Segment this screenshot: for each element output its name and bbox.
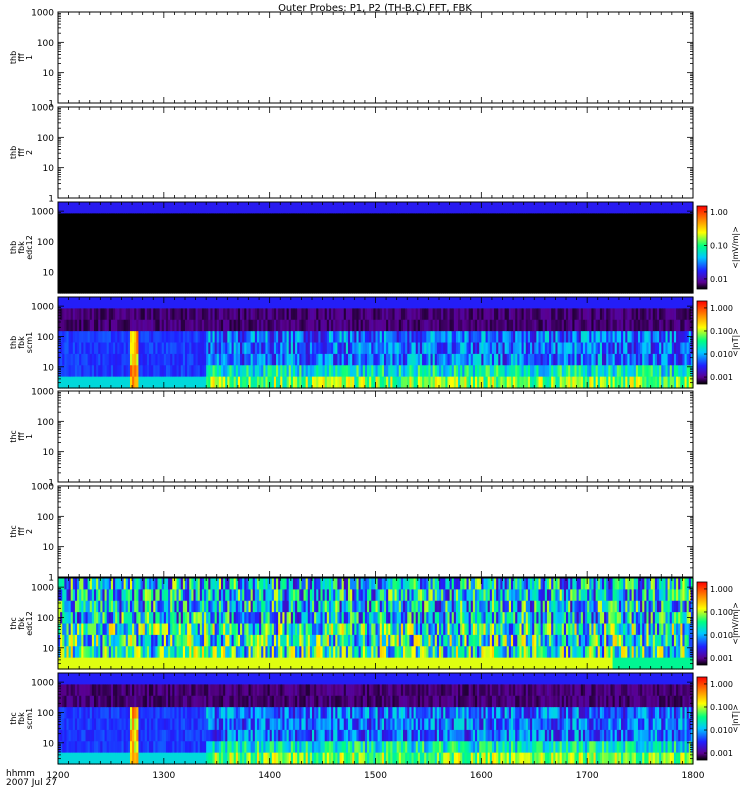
y-tick-label: 100 (37, 333, 54, 343)
x-tick-label: 1700 (576, 771, 599, 781)
heatmap-thb-fbk-edc12 (58, 202, 694, 294)
panel-label-thc-fff1: thcfff1 (9, 430, 34, 443)
date-label: 2007 Jul 27 (6, 778, 57, 788)
y-tick-label: 1000 (31, 104, 54, 114)
y-tick-label: 10 (43, 543, 55, 553)
colorbar-tick-label: 0.100 (710, 608, 733, 617)
panel-label-thc-fbk-edc12: thcfbkedc12 (9, 611, 34, 636)
y-tick-label: 10 (43, 363, 55, 373)
y-tick-label: 10 (43, 448, 55, 458)
spectrogram-figure: Outer Probes: P1, P2 (TH-B,C) FFT, FBK 1… (6, 3, 740, 788)
x-tick-label: 1500 (364, 771, 387, 781)
panel-thb-fff1: 1 10 100 1000 thbfff1 (9, 9, 694, 110)
y-tick-label: 10 (43, 164, 55, 174)
colorbar-tick-label: 0.010 (710, 726, 733, 735)
colorbar-thc-fbk-edc12: 1.000 0.100 0.010 0.001 <|mV/m|> (696, 581, 740, 666)
y-tick-label: 1000 (31, 388, 54, 398)
y-tick-label: 1000 (31, 9, 54, 19)
panel-frame-thb-fff2 (57, 106, 694, 199)
panel-label-line: scm1 (25, 332, 34, 353)
panel-thc-fff2: 1 10 100 1000 thcfff2 (9, 483, 694, 584)
x-ticks-thb-fff1 (57, 12, 694, 103)
panel-label-line: edc12 (25, 235, 34, 260)
colorbar-tick-label: 0.01 (710, 275, 728, 284)
y-tick-label: 1000 (31, 483, 54, 493)
heatmap-thc-fbk-edc12 (58, 578, 694, 670)
heatmap-thc-fbk-scm1 (58, 673, 694, 765)
x-tick-label: 1400 (258, 771, 281, 781)
x-ticks-thc-fff2 (57, 486, 694, 577)
x-ticks-thc-fff1 (57, 391, 694, 482)
panel-frame-thb-fff1 (57, 11, 694, 104)
panel-thc-fbk-edc12: 10 100 1000 thcfbkedc12 1.000 0.100 0.010 0.001… (9, 577, 740, 670)
colorbar-tick-label: 1.00 (710, 208, 728, 217)
panel-thb-fff2: 1 10 100 1000 thbfff2 (9, 104, 694, 205)
colorbar-thb-fbk-scm1: 1.000 0.100 0.010 0.001 <|nT|> (696, 300, 740, 385)
panel-label-thc-fff2: thcfff2 (9, 525, 34, 538)
panel-label-thb-fff2: thbfff2 (9, 146, 34, 159)
panel-label-line: 2 (25, 150, 34, 155)
colorbar-tick-label: 0.100 (710, 327, 733, 336)
x-tick-label: 1300 (152, 771, 175, 781)
colorbar-tick-label: 0.10 (710, 241, 728, 250)
colorbar-tick-label: 0.001 (710, 373, 733, 382)
heatmap-thb-fbk-scm1 (58, 297, 694, 389)
y-tick-label: 10 (43, 644, 55, 654)
colorbar-thc-fbk-scm1: 1.000 0.100 0.010 0.001 <|nT|> (696, 676, 740, 761)
colorbar-units-label: <|mV/m|> (731, 602, 740, 645)
y-ticks-thb-fff2 (58, 106, 693, 199)
colorbar-tick-label: 1.000 (710, 680, 733, 689)
x-tick-labels: 1200 1300 1400 1500 1600 1700 1800 (47, 771, 705, 781)
x-tick-label: 1800 (682, 771, 705, 781)
y-ticks-thc-fff1 (58, 390, 693, 483)
y-tick-label: 1 (48, 574, 54, 584)
x-ticks-thb-fff2 (57, 107, 694, 198)
colorbar-tick-label: 1.000 (710, 585, 733, 594)
y-ticks-thc-fff2 (58, 485, 693, 578)
panel-label-thb-fbk-edc12: thbfbkedc12 (9, 235, 34, 260)
colorbar-units-label: <|mV/m|> (731, 226, 740, 269)
colorbar-units-label: <|nT|> (731, 328, 740, 357)
colorbar-tick-label: 0.001 (710, 654, 733, 663)
panel-thb-fbk-scm1: 10 100 1000 thbfbkscm1 1.000 0.100 0.010 0.001 <… (9, 296, 740, 389)
panel-label-line: 1 (25, 434, 34, 439)
y-tick-label: 100 (37, 709, 54, 719)
panel-label-thc-fbk-scm1: thcfbkscm1 (9, 708, 34, 729)
y-tick-label: 1 (48, 195, 54, 205)
panel-thb-fbk-edc12: 10 100 1000 thbfbkedc12 1.00 0.10 0.01<|mV/m|> (9, 201, 740, 294)
y-tick-label: 100 (37, 238, 54, 248)
y-tick-label: 10 (43, 739, 55, 749)
y-tick-label: 100 (37, 134, 54, 144)
panel-label-line: 2 (25, 529, 34, 534)
colorbar-tick-label: 1.000 (710, 304, 733, 313)
panel-label-line: scm1 (25, 708, 34, 729)
colorbar-thb-fbk-edc12: 1.00 0.10 0.01<|mV/m|> (696, 205, 740, 290)
y-tick-label: 1000 (31, 303, 54, 313)
colorbar-tick-label: 0.010 (710, 631, 733, 640)
panel-label-thb-fbk-scm1: thbfbkscm1 (9, 332, 34, 353)
y-tick-label: 100 (37, 418, 54, 428)
y-tick-label: 10 (43, 268, 55, 278)
y-tick-label: 10 (43, 69, 55, 79)
colorbar-tick-label: 0.010 (710, 350, 733, 359)
panel-frame-thc-fff2 (57, 485, 694, 578)
panel-thc-fbk-scm1: 10 100 1000 thcfbkscm1 1.000 0.100 0.010 0.001 <… (9, 672, 740, 765)
panel-label-line: 1 (25, 55, 34, 60)
y-tick-label: 1000 (31, 679, 54, 689)
y-tick-label: 1000 (31, 584, 54, 594)
y-ticks-thb-fff1 (58, 11, 693, 104)
y-tick-label: 100 (37, 513, 54, 523)
panel-group: 1101001000thbfff11101001000thbfff2101001… (9, 9, 740, 782)
y-tick-label: 100 (37, 614, 54, 624)
x-tick-label: 1600 (470, 771, 493, 781)
y-tick-label: 1000 (31, 208, 54, 218)
y-tick-label: 100 (37, 39, 54, 49)
panel-label-thb-fff1: thbfff1 (9, 51, 34, 64)
panel-frame-thc-fff1 (57, 390, 694, 483)
colorbar-tick-label: 0.100 (710, 703, 733, 712)
colorbar-units-label: <|nT|> (731, 704, 740, 733)
panel-thc-fff1: 1 10 100 1000 thcfff1 (9, 388, 694, 489)
panel-label-line: edc12 (25, 611, 34, 636)
colorbar-tick-label: 0.001 (710, 749, 733, 758)
